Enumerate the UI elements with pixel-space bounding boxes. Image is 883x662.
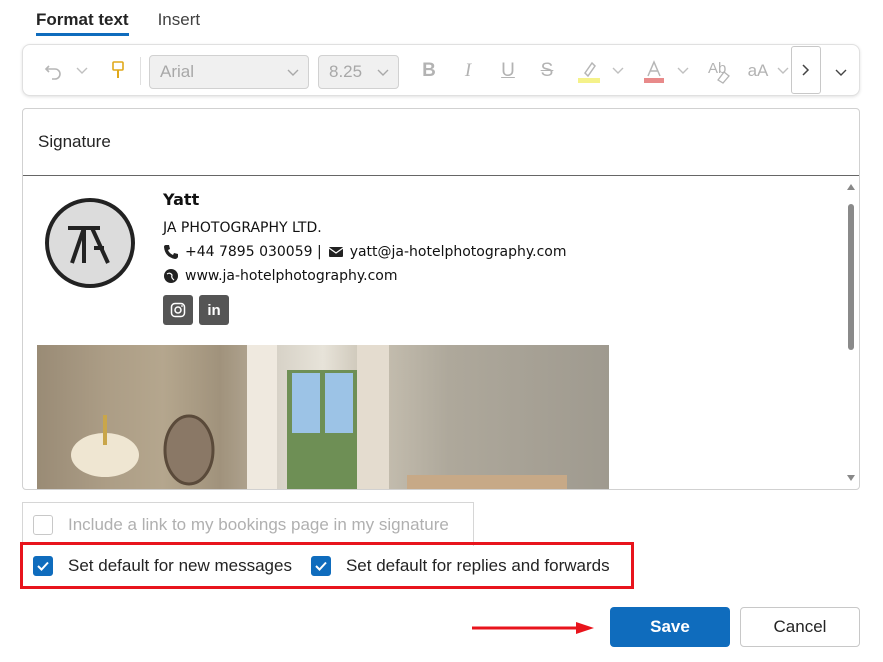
- save-button[interactable]: Save: [610, 607, 730, 647]
- format-painter-icon[interactable]: [107, 45, 129, 97]
- linkedin-icon[interactable]: in: [199, 295, 229, 325]
- signature-contact-line: +44 7895 030059 | yatt@ja-hotelphotograp…: [163, 240, 566, 264]
- default-replies-option: Set default for replies and forwards: [310, 555, 610, 576]
- bookings-label: Include a link to my bookings page in my…: [68, 514, 449, 534]
- signature-email[interactable]: yatt@ja-hotelphotography.com: [350, 244, 567, 260]
- scroll-down-icon[interactable]: [847, 475, 855, 481]
- font-color-icon[interactable]: [641, 45, 667, 97]
- signature-website-line: www.ja-hotelphotography.com: [163, 264, 566, 288]
- social-links: in: [163, 295, 229, 325]
- red-arrow-icon: [472, 622, 594, 634]
- tab-insert[interactable]: Insert: [158, 10, 201, 36]
- font-size-select[interactable]: 8.25: [318, 55, 399, 89]
- font-name-select[interactable]: Arial: [149, 55, 309, 89]
- font-name-value: Arial: [160, 62, 195, 81]
- default-new-option: Set default for new messages: [33, 555, 292, 576]
- default-replies-label: Set default for replies and forwards: [345, 555, 610, 575]
- instagram-icon[interactable]: [163, 295, 193, 325]
- formatting-toolbar: Arial 8.25 B I U S Ab aA: [22, 44, 860, 96]
- signature-person-name: Yatt: [163, 190, 200, 209]
- email-icon: [328, 247, 344, 257]
- strikethrough-icon[interactable]: S: [536, 45, 558, 97]
- ribbon-tabs: Format text Insert: [36, 10, 200, 36]
- hotel-room-photo: [37, 345, 609, 489]
- bold-icon[interactable]: B: [418, 45, 440, 97]
- italic-icon[interactable]: I: [457, 45, 479, 97]
- svg-text:Ab: Ab: [708, 60, 726, 77]
- editor-scrollbar[interactable]: [843, 176, 859, 489]
- default-new-checkbox[interactable]: [33, 555, 53, 576]
- default-new-label: Set default for new messages: [68, 555, 292, 575]
- cancel-button[interactable]: Cancel: [740, 607, 860, 647]
- undo-dropdown-icon[interactable]: [76, 67, 88, 75]
- change-case-icon[interactable]: aA: [745, 45, 771, 97]
- font-color-dropdown-icon[interactable]: [677, 67, 689, 75]
- signature-editor: Signature Yatt JA PHOTOGRAPHY LTD. +44 7…: [22, 108, 860, 490]
- highlight-dropdown-icon[interactable]: [612, 67, 624, 75]
- underline-icon[interactable]: U: [497, 45, 519, 97]
- undo-icon[interactable]: [41, 45, 65, 97]
- chevron-down-icon: [377, 69, 389, 76]
- checkmark-icon: [37, 561, 49, 571]
- company-logo: [45, 198, 135, 288]
- scrollbar-thumb[interactable]: [848, 204, 854, 350]
- signature-website[interactable]: www.ja-hotelphotography.com: [185, 268, 397, 284]
- font-size-value: 8.25: [329, 62, 363, 81]
- scroll-up-icon[interactable]: [847, 184, 855, 190]
- signature-company: JA PHOTOGRAPHY LTD.: [163, 220, 322, 236]
- expand-toolbar-icon[interactable]: [835, 69, 847, 77]
- phone-icon: [164, 245, 178, 259]
- default-options-highlight: Set default for new messages Set default…: [20, 542, 634, 589]
- clear-formatting-icon[interactable]: Ab: [706, 45, 732, 97]
- bookings-checkbox[interactable]: [33, 514, 53, 535]
- bookings-option: Include a link to my bookings page in my…: [22, 502, 474, 546]
- signature-name: Signature: [38, 132, 111, 151]
- tab-format-text[interactable]: Format text: [36, 10, 129, 36]
- chevron-down-icon: [287, 69, 299, 76]
- more-icon[interactable]: [791, 46, 821, 94]
- signature-details: Yatt JA PHOTOGRAPHY LTD. +44 7895 030059…: [163, 190, 566, 288]
- signature-phone: +44 7895 030059 |: [185, 244, 322, 260]
- signature-name-field[interactable]: Signature: [23, 109, 859, 176]
- highlight-icon[interactable]: [575, 45, 603, 97]
- signature-body[interactable]: Yatt JA PHOTOGRAPHY LTD. +44 7895 030059…: [23, 176, 859, 489]
- default-replies-checkbox[interactable]: [310, 555, 331, 576]
- change-case-dropdown-icon[interactable]: [777, 67, 789, 75]
- checkmark-icon: [315, 561, 327, 571]
- globe-icon: [164, 269, 178, 283]
